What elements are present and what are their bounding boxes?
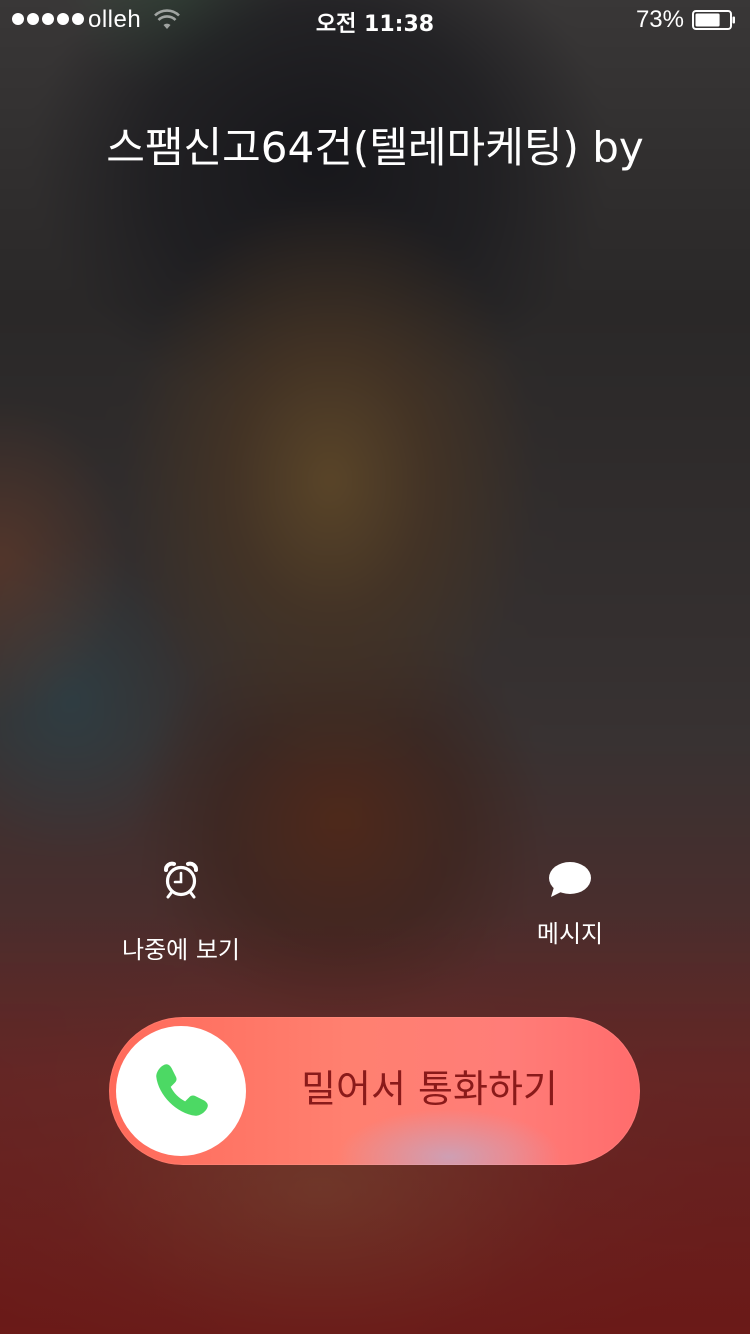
battery-icon <box>692 10 735 30</box>
speech-bubble-icon <box>549 862 591 897</box>
phone-icon <box>156 1064 208 1116</box>
remind-me-button[interactable]: 나중에 보기 <box>100 860 262 965</box>
caller-id-label: 스팸신고64건(텔레마케팅) by <box>106 123 644 172</box>
battery-percentage: 73% <box>635 6 684 33</box>
slide-to-answer-slider[interactable]: 밀어서 통화하기 <box>109 1017 640 1165</box>
slide-to-answer-label: 밀어서 통화하기 <box>301 1067 558 1111</box>
slider-knob[interactable] <box>116 1026 246 1156</box>
message-button[interactable]: 메시지 <box>490 860 650 949</box>
incoming-call-screen: olleh 오전 11:38 73% 스팸신고64건(텔레마케팅) by 나중에… <box>0 0 750 1334</box>
status-bar: olleh 오전 11:38 73% <box>0 0 750 40</box>
alarm-clock-icon <box>164 861 198 899</box>
message-label: 메시지 <box>536 920 604 948</box>
remind-me-label: 나중에 보기 <box>121 936 241 964</box>
